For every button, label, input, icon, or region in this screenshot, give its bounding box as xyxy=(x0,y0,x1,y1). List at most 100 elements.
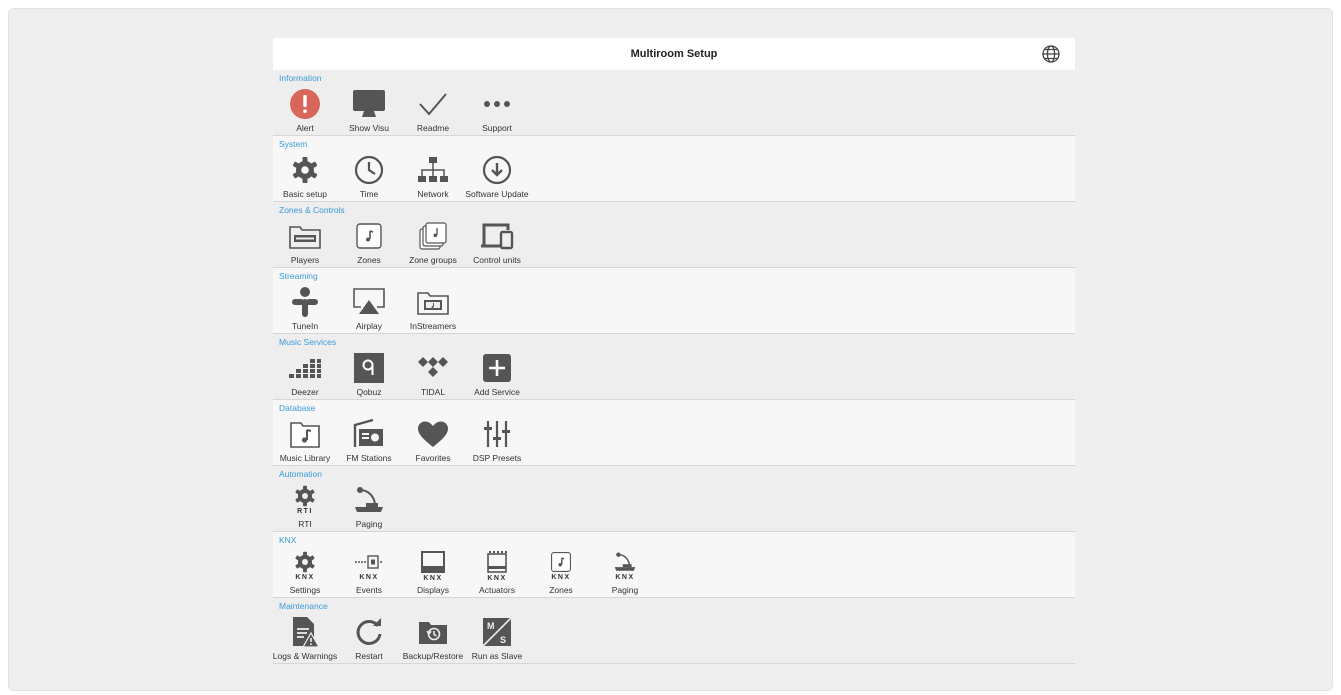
add-icon xyxy=(477,352,517,384)
basic-setup-button[interactable]: Basic setup xyxy=(273,148,337,200)
microphone-icon xyxy=(349,484,389,516)
gear-icon: RTI xyxy=(285,482,325,518)
item-label: Run as Slave xyxy=(471,651,523,661)
knx-tag: KNX xyxy=(359,574,379,581)
section-database: Database Music Library FM Stations Favor… xyxy=(273,400,1075,466)
software-update-button[interactable]: Software Update xyxy=(465,148,529,200)
checkmark-icon xyxy=(413,88,453,120)
control-units-button[interactable]: Control units xyxy=(465,214,529,266)
knx-zones-button[interactable]: KNX Zones xyxy=(529,544,593,596)
knx-tag: KNX xyxy=(615,574,635,581)
zone-groups-icon xyxy=(413,220,453,252)
zone-icon: KNX xyxy=(541,548,581,584)
backup-restore-button[interactable]: Backup/Restore xyxy=(401,610,465,662)
network-button[interactable]: Network xyxy=(401,148,465,200)
item-label: Software Update xyxy=(465,189,529,199)
section-system: System Basic setup Time Network Software… xyxy=(273,136,1075,202)
support-button[interactable]: Support xyxy=(465,82,529,134)
qobuz-button[interactable]: Qobuz xyxy=(337,346,401,398)
restart-button[interactable]: Restart xyxy=(337,610,401,662)
gear-icon xyxy=(285,154,325,186)
knx-tag: KNX xyxy=(551,574,571,581)
rti-button[interactable]: RTI RTI xyxy=(273,478,337,530)
events-icon: KNX xyxy=(349,548,389,584)
download-icon xyxy=(477,154,517,186)
show-visu-button[interactable]: Show Visu xyxy=(337,82,401,134)
airplay-icon xyxy=(349,286,389,318)
item-label: Support xyxy=(482,123,512,133)
rti-tag: RTI xyxy=(297,508,313,515)
actuator-icon: KNX xyxy=(477,548,517,584)
knx-tag: KNX xyxy=(295,574,315,581)
svg-text:M: M xyxy=(487,621,495,631)
knx-tag: KNX xyxy=(423,575,443,582)
deezer-button[interactable]: Deezer xyxy=(273,346,337,398)
display-icon: KNX xyxy=(413,548,453,584)
alert-icon xyxy=(285,88,325,120)
knx-settings-button[interactable]: KNX Settings xyxy=(273,544,337,596)
item-label: Add Service xyxy=(474,387,520,397)
item-label: DSP Presets xyxy=(472,453,522,463)
readme-button[interactable]: Readme xyxy=(401,82,465,134)
log-warning-icon xyxy=(285,616,325,648)
run-as-slave-button[interactable]: MS Run as Slave xyxy=(465,610,529,662)
page-title: Multiroom Setup xyxy=(630,48,718,60)
item-label: Control units xyxy=(473,255,521,265)
more-icon xyxy=(477,88,517,120)
zone-icon xyxy=(349,220,389,252)
section-music-services: Music Services Deezer Qobuz TIDAL Add Se… xyxy=(273,334,1075,400)
add-service-button[interactable]: Add Service xyxy=(465,346,529,398)
clock-icon xyxy=(349,154,389,186)
knx-tag: KNX xyxy=(487,575,507,582)
item-label: Paging xyxy=(611,585,639,595)
heart-icon xyxy=(413,418,453,450)
qobuz-icon xyxy=(349,352,389,384)
alert-button[interactable]: Alert xyxy=(273,82,337,134)
knx-paging-button[interactable]: KNX Paging xyxy=(593,544,657,596)
setup-panel: Multiroom Setup Information Alert Show V… xyxy=(273,38,1075,664)
player-device-icon xyxy=(285,220,325,252)
section-automation: Automation RTI RTI Paging xyxy=(273,466,1075,532)
monitor-icon xyxy=(349,88,389,120)
time-button[interactable]: Time xyxy=(337,148,401,200)
zone-groups-button[interactable]: Zone groups xyxy=(401,214,465,266)
paging-button[interactable]: Paging xyxy=(337,478,401,530)
item-label: Paging xyxy=(355,519,383,529)
players-button[interactable]: Players xyxy=(273,214,337,266)
item-label: InStreamers xyxy=(409,321,457,331)
tidal-icon xyxy=(413,352,453,384)
restart-icon xyxy=(349,616,389,648)
music-library-icon xyxy=(285,418,325,450)
knx-events-button[interactable]: KNX Events xyxy=(337,544,401,596)
dsp-presets-button[interactable]: DSP Presets xyxy=(465,412,529,464)
tunein-icon xyxy=(285,286,325,318)
logs-warnings-button[interactable]: Logs & Warnings xyxy=(273,610,337,662)
section-information: Information Alert Show Visu Readme Suppo… xyxy=(273,70,1075,136)
section-streaming: Streaming TuneIn Airplay InStreamers xyxy=(273,268,1075,334)
instreamers-button[interactable]: InStreamers xyxy=(401,280,465,332)
section-knx: KNX KNX Settings KNX Events KNX Displays… xyxy=(273,532,1075,598)
globe-icon[interactable] xyxy=(1041,44,1061,64)
section-zones-controls: Zones & Controls Players Zones Zone grou… xyxy=(273,202,1075,268)
fm-stations-button[interactable]: FM Stations xyxy=(337,412,401,464)
network-icon xyxy=(413,154,453,186)
instreamer-icon xyxy=(413,286,453,318)
tunein-button[interactable]: TuneIn xyxy=(273,280,337,332)
favorites-button[interactable]: Favorites xyxy=(401,412,465,464)
radio-icon xyxy=(349,418,389,450)
sliders-icon xyxy=(477,418,517,450)
section-maintenance: Maintenance Logs & Warnings Restart Back… xyxy=(273,598,1075,664)
deezer-icon xyxy=(285,352,325,384)
svg-text:S: S xyxy=(500,635,506,645)
tidal-button[interactable]: TIDAL xyxy=(401,346,465,398)
microphone-icon: KNX xyxy=(605,548,645,584)
airplay-button[interactable]: Airplay xyxy=(337,280,401,332)
backup-icon xyxy=(413,616,453,648)
zones-button[interactable]: Zones xyxy=(337,214,401,266)
knx-displays-button[interactable]: KNX Displays xyxy=(401,544,465,596)
music-library-button[interactable]: Music Library xyxy=(273,412,337,464)
devices-icon xyxy=(477,220,517,252)
knx-actuators-button[interactable]: KNX Actuators xyxy=(465,544,529,596)
gear-icon: KNX xyxy=(285,548,325,584)
master-slave-icon: MS xyxy=(477,616,517,648)
